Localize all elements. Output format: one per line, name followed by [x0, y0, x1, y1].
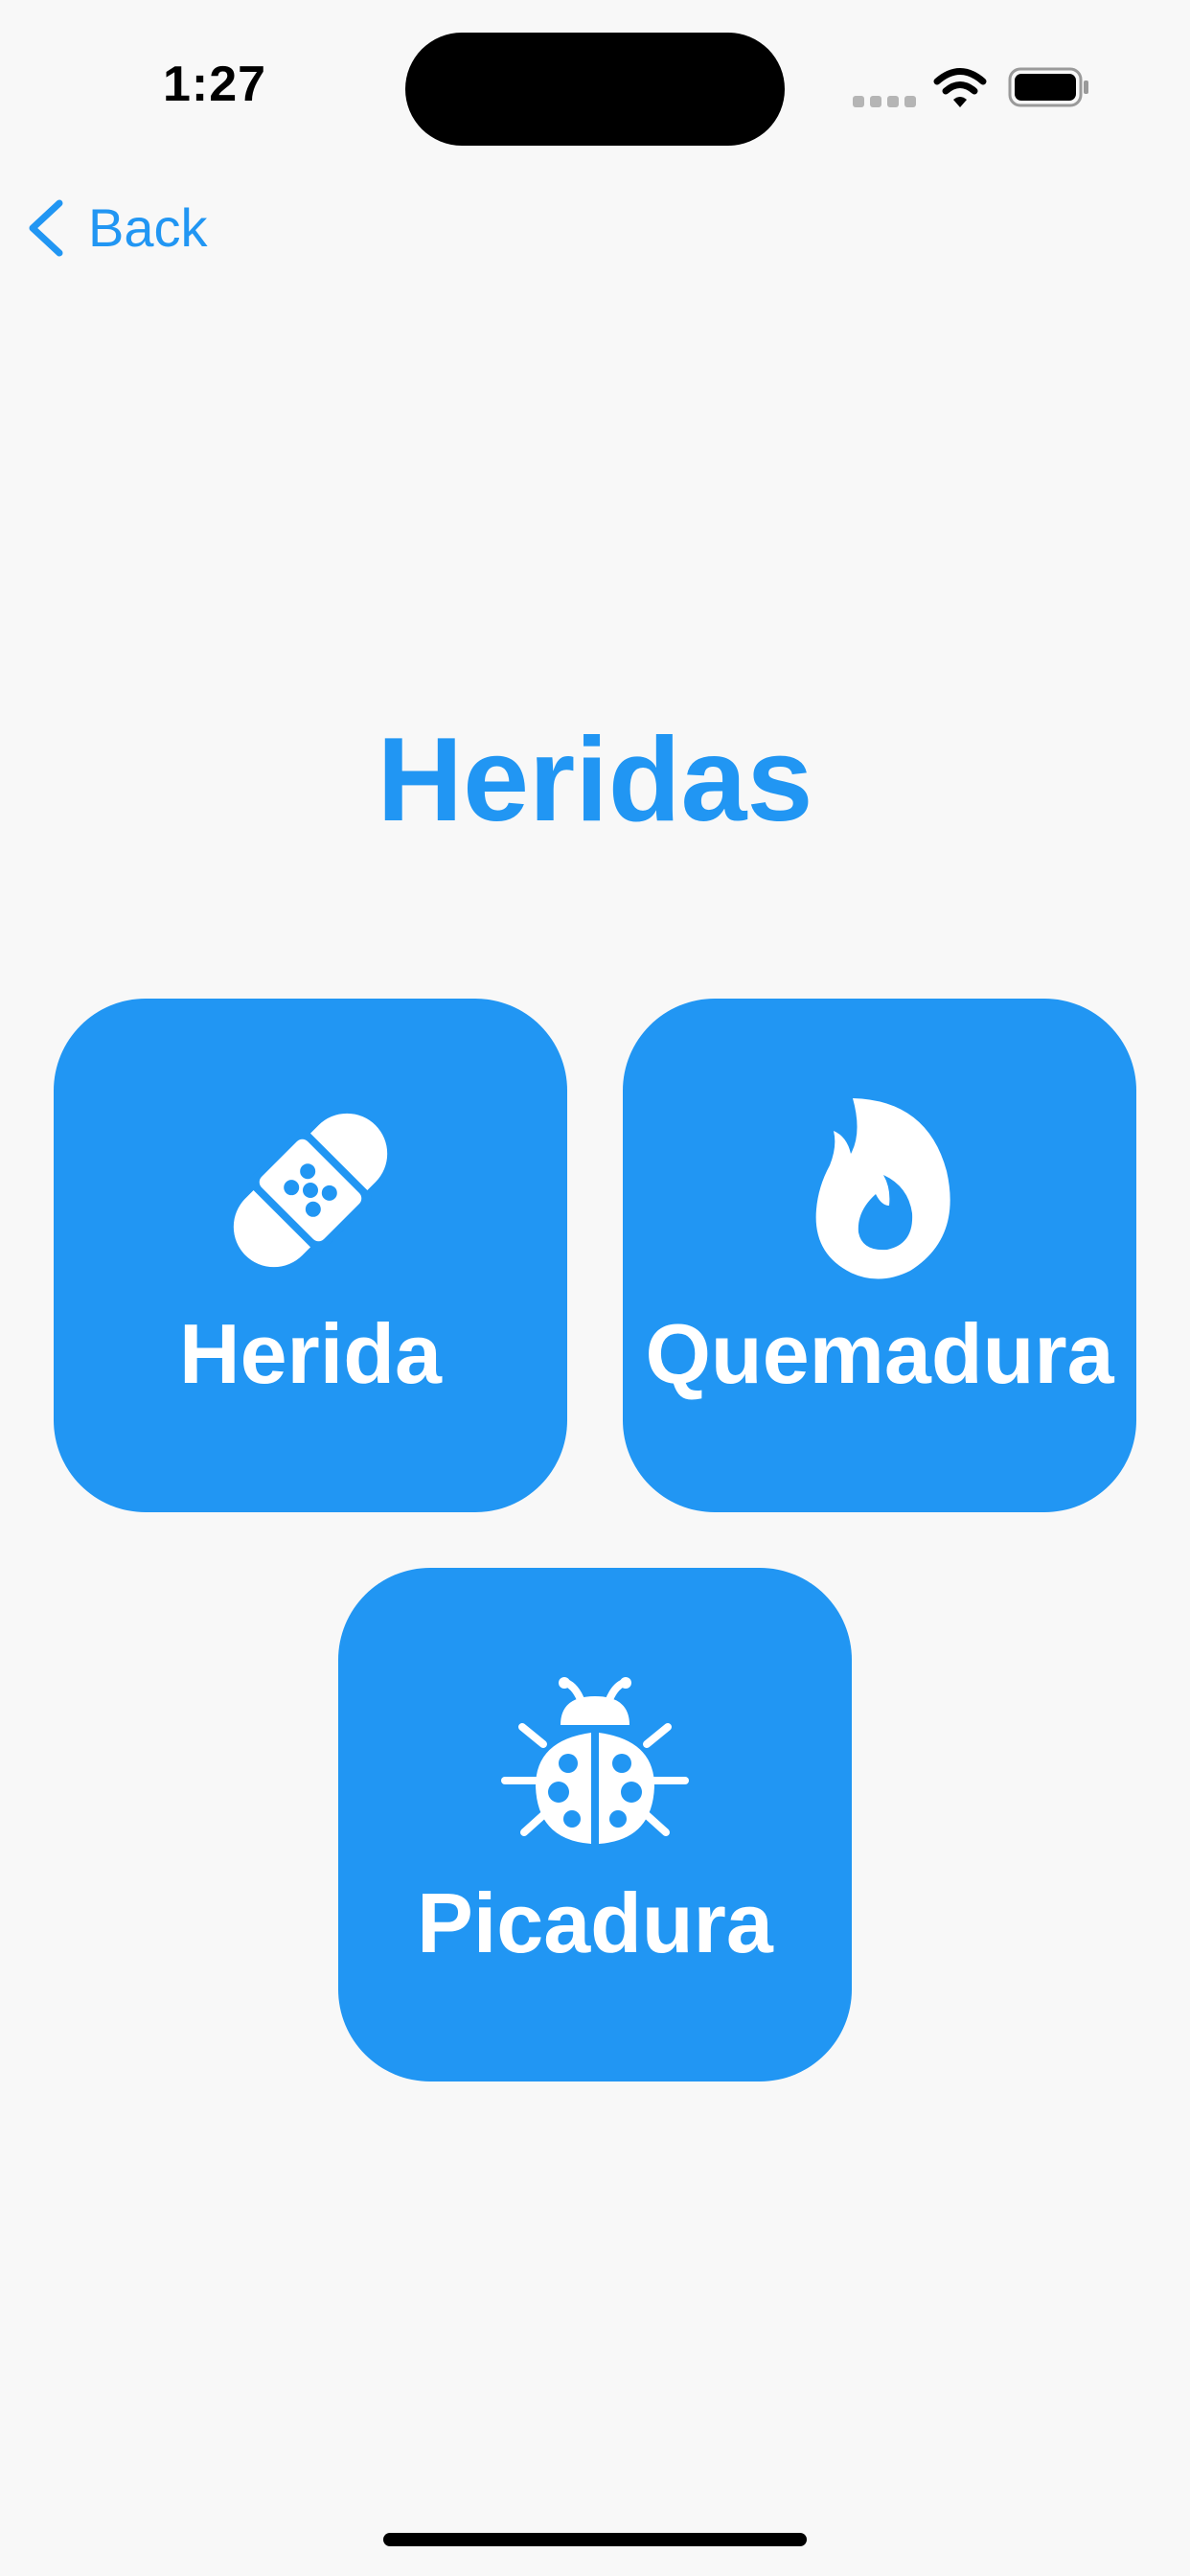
chevron-left-icon — [29, 199, 63, 257]
wifi-icon — [933, 68, 987, 107]
status-bar: 1:27 — [0, 0, 1190, 172]
battery-icon — [1008, 67, 1088, 107]
quemadura-label: Quemadura — [645, 1306, 1114, 1401]
herida-label: Herida — [179, 1306, 442, 1401]
back-label: Back — [88, 197, 208, 258]
status-time: 1:27 — [163, 57, 267, 112]
ladybug-icon — [501, 1677, 689, 1844]
dynamic-island — [405, 33, 785, 146]
bandage-icon — [233, 1113, 388, 1268]
home-indicator[interactable] — [383, 2533, 807, 2546]
herida-button[interactable]: Herida — [54, 999, 567, 1512]
picadura-label: Picadura — [417, 1875, 773, 1970]
flame-icon — [815, 1098, 950, 1279]
cellular-signal-icon — [853, 96, 916, 107]
page-title: Heridas — [377, 714, 813, 846]
picadura-button[interactable]: Picadura — [338, 1568, 852, 2082]
quemadura-button[interactable]: Quemadura — [623, 999, 1136, 1512]
back-button[interactable]: Back — [25, 192, 208, 264]
